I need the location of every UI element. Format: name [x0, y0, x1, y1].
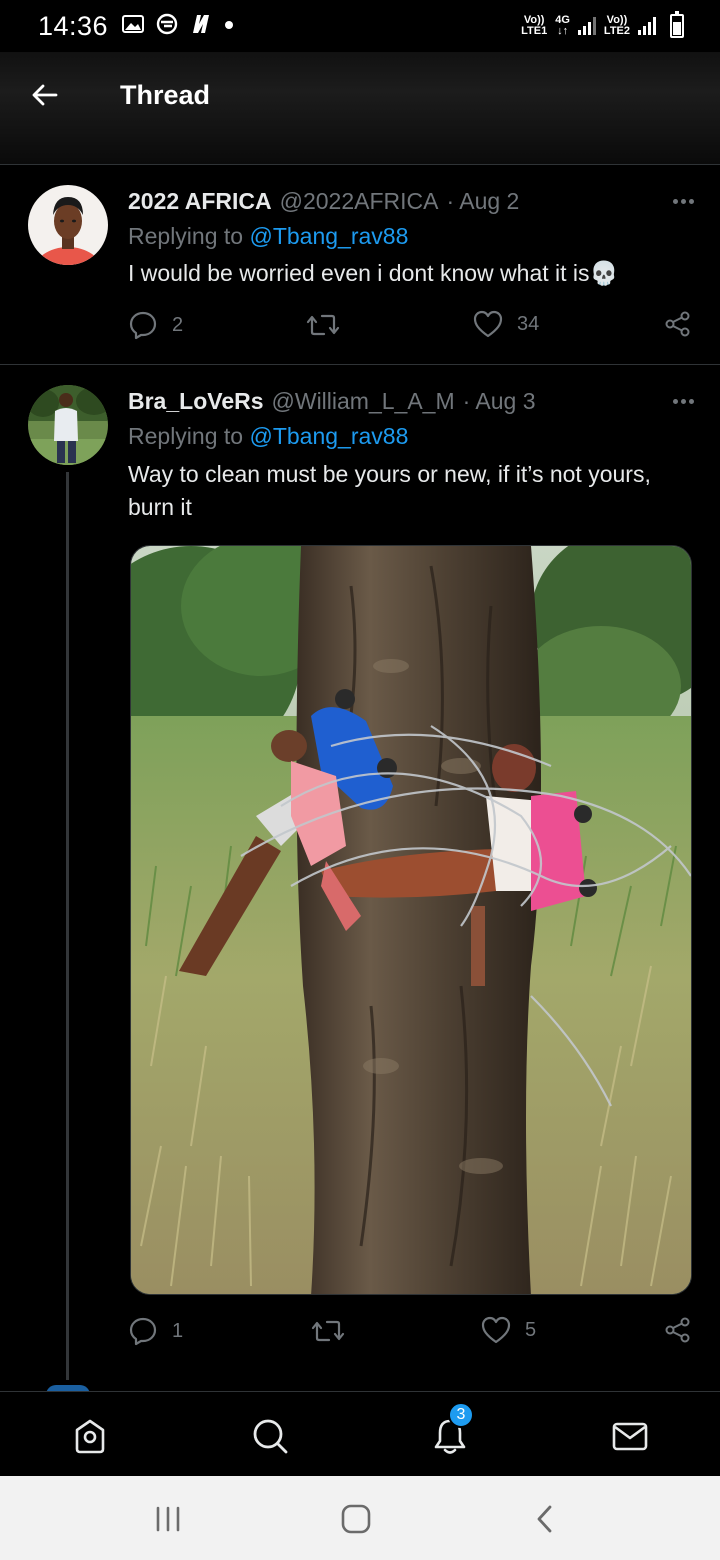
- retweet-button[interactable]: [306, 310, 354, 340]
- home-system-button[interactable]: [338, 1502, 374, 1536]
- share-icon: [665, 311, 690, 337]
- handle[interactable]: @William_L_A_M: [272, 388, 455, 415]
- reply-icon: [129, 311, 157, 340]
- tweet-actions: 2 34: [128, 310, 692, 344]
- divider: [0, 364, 720, 365]
- home-icon: [75, 1419, 105, 1454]
- like-count: 5: [525, 1318, 537, 1341]
- system-navigation-bar: [0, 1476, 720, 1560]
- retweet-button[interactable]: [311, 1316, 359, 1346]
- tweet-date[interactable]: · Aug 2: [446, 188, 519, 215]
- like-button[interactable]: 5: [481, 1316, 536, 1344]
- tweet[interactable]: 2022 AFRICA @2022AFRICA · Aug 2 Replying…: [0, 185, 720, 365]
- status-left-icons: [122, 13, 234, 40]
- status-bar: 14:36 Vo)) LTE1 4G ↓↑ Vo)) LTE2: [0, 0, 720, 52]
- replying-prefix: Replying to: [128, 423, 250, 449]
- tweet-date[interactable]: · Aug 3: [463, 388, 536, 415]
- tweet-header: 2022 AFRICA @2022AFRICA · Aug 2: [128, 185, 694, 217]
- home-square-icon: [341, 1504, 371, 1534]
- share-button[interactable]: [664, 310, 692, 338]
- reply-icon: [129, 1317, 157, 1346]
- heart-icon: [473, 310, 503, 338]
- replying-to: Replying to @Tbang_rav88: [128, 223, 408, 250]
- reply-count: 2: [172, 313, 184, 336]
- chevron-left-icon: [537, 1505, 552, 1533]
- reply-button[interactable]: 1: [128, 1316, 183, 1346]
- replying-to: Replying to @Tbang_rav88: [128, 423, 408, 450]
- network-type: 4G ↓↑: [555, 15, 570, 37]
- battery-icon: [670, 11, 684, 38]
- nav-messages[interactable]: [608, 1414, 652, 1458]
- mention-link[interactable]: @Tbang_rav88: [249, 223, 408, 249]
- avatar[interactable]: [28, 385, 108, 465]
- status-time: 14:36: [38, 10, 109, 41]
- divider: [0, 164, 720, 165]
- retweet-icon: [311, 1320, 345, 1342]
- tweet-media-image[interactable]: [130, 545, 692, 1295]
- recent-apps-button[interactable]: [152, 1502, 184, 1536]
- signal-icon-2: [638, 17, 656, 35]
- netflix-icon: [190, 14, 212, 39]
- notification-badge: 3: [448, 1402, 474, 1428]
- replying-prefix: Replying to: [128, 223, 250, 249]
- thread-header: Thread: [0, 52, 720, 164]
- sim2-label-bottom: LTE2: [603, 25, 630, 37]
- gallery-icon: [122, 14, 145, 39]
- mention-link[interactable]: @Tbang_rav88: [249, 423, 408, 449]
- display-name[interactable]: Bra_LoVeRs: [128, 388, 264, 415]
- nav-home[interactable]: [68, 1414, 112, 1458]
- sim1-label-bottom: LTE1: [521, 25, 548, 37]
- retweet-icon: [306, 314, 340, 336]
- search-icon: [253, 1419, 288, 1454]
- bottom-navigation: 3: [0, 1391, 720, 1475]
- back-button[interactable]: [24, 78, 64, 112]
- tweet-text: I would be worried even i dont know what…: [128, 260, 619, 286]
- arrow-left-icon: [32, 84, 58, 106]
- tweet-header: Bra_LoVeRs @William_L_A_M · Aug 3: [128, 385, 694, 417]
- tweet-text: Way to clean must be yours or new, if it…: [128, 461, 651, 520]
- tweet-actions: 1 5: [128, 1316, 692, 1350]
- dot-icon: [224, 17, 234, 35]
- share-button[interactable]: [664, 1316, 692, 1344]
- sim1-label: Vo)) LTE1: [521, 15, 547, 37]
- handle[interactable]: @2022AFRICA: [280, 188, 439, 215]
- reply-button[interactable]: 2: [128, 310, 183, 340]
- status-right: Vo)) LTE1 4G ↓↑ Vo)) LTE2: [521, 11, 684, 38]
- more-options-icon[interactable]: [673, 393, 694, 410]
- messages-icon: [612, 1422, 648, 1451]
- nav-notifications[interactable]: 3: [428, 1402, 474, 1458]
- recent-apps-icon: [156, 1506, 180, 1532]
- heart-icon: [481, 1316, 511, 1344]
- like-button[interactable]: 34: [473, 310, 539, 338]
- page-title: Thread: [120, 80, 211, 110]
- reply-count: 1: [172, 1319, 184, 1342]
- more-options-icon[interactable]: [673, 193, 694, 210]
- display-name[interactable]: 2022 AFRICA: [128, 188, 272, 215]
- vpn-icon: [156, 13, 178, 40]
- share-icon: [665, 1317, 690, 1343]
- data-arrows-icon: ↓↑: [557, 25, 569, 37]
- avatar[interactable]: [28, 185, 108, 265]
- sim2-label: Vo)) LTE2: [604, 15, 630, 37]
- like-count: 34: [517, 312, 540, 335]
- nav-search[interactable]: [248, 1414, 292, 1458]
- signal-icon-1: [577, 17, 596, 35]
- back-system-button[interactable]: [530, 1502, 558, 1536]
